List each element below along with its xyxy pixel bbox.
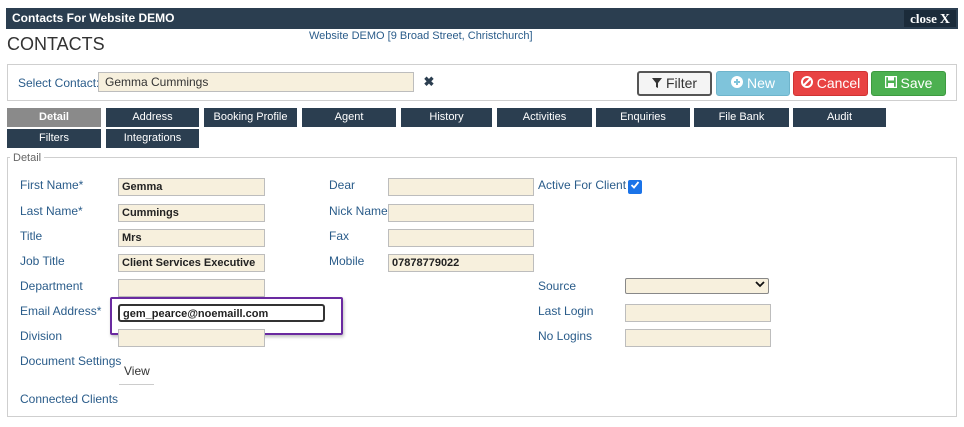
active-for-client-label: Active For Client — [538, 178, 627, 192]
tab-activities[interactable]: Activities — [497, 108, 592, 127]
source-select[interactable] — [625, 278, 769, 294]
division-field[interactable] — [118, 329, 265, 347]
last-login-field[interactable] — [625, 304, 771, 322]
clear-contact-icon[interactable]: ✖ — [420, 72, 438, 92]
tab-enquiries[interactable]: Enquiries — [596, 108, 690, 127]
tab-audit[interactable]: Audit — [793, 108, 886, 127]
last-name-label: Last Name* — [20, 204, 83, 218]
close-icon: X — [939, 12, 950, 27]
last-name-field[interactable]: Cummings — [118, 204, 265, 222]
no-logins-label: No Logins — [538, 329, 593, 343]
detail-legend: Detail — [10, 152, 45, 164]
window-titlebar: Contacts For Website DEMO close X — [6, 8, 958, 29]
dear-label: Dear — [329, 178, 356, 192]
new-button[interactable]: New — [716, 71, 790, 96]
tab-detail[interactable]: Detail — [7, 108, 101, 127]
ban-icon — [800, 73, 813, 96]
page-title: CONTACTS — [7, 34, 105, 54]
last-login-label: Last Login — [538, 304, 594, 318]
tab-integrations[interactable]: Integrations — [106, 129, 199, 148]
save-button[interactable]: Save — [871, 71, 946, 96]
close-label: close — [910, 11, 937, 26]
tab-address[interactable]: Address — [106, 108, 199, 127]
save-button-label: Save — [900, 75, 933, 91]
select-contact-input[interactable]: Gemma Cummings — [98, 72, 414, 92]
fax-field[interactable] — [388, 229, 534, 247]
active-for-client-checkbox[interactable] — [628, 180, 642, 194]
site-info: Website DEMO [9 Broad Street, Christchur… — [309, 30, 533, 42]
fax-label: Fax — [329, 229, 350, 243]
select-contact-label: Select Contact: — [18, 76, 100, 90]
department-label: Department — [20, 279, 83, 293]
no-logins-field[interactable] — [625, 329, 771, 347]
tab-agent[interactable]: Agent — [302, 108, 396, 127]
tab-booking-profile[interactable]: Booking Profile — [204, 108, 297, 127]
chevron-down-icon — [755, 279, 765, 294]
source-label: Source — [538, 279, 577, 293]
email-label: Email Address* — [20, 304, 102, 318]
plus-circle-icon — [730, 73, 743, 96]
mobile-field[interactable]: 07878779022 — [388, 254, 534, 272]
nick-name-field[interactable] — [388, 204, 534, 222]
nick-name-label: Nick Name — [329, 204, 388, 218]
document-settings-label: Document Settings — [20, 354, 122, 368]
first-name-label: First Name* — [20, 178, 84, 192]
first-name-field[interactable]: Gemma — [118, 178, 265, 196]
tab-history[interactable]: History — [401, 108, 492, 127]
department-field[interactable] — [118, 279, 265, 297]
connected-clients-label: Connected Clients — [20, 392, 119, 406]
check-icon — [630, 181, 640, 189]
filter-icon — [651, 74, 662, 95]
tab-file-bank[interactable]: File Bank — [694, 108, 789, 127]
cancel-button[interactable]: Cancel — [793, 71, 868, 96]
cancel-button-label: Cancel — [816, 75, 861, 91]
tab-filters[interactable]: Filters — [7, 129, 101, 148]
divider — [119, 384, 154, 385]
view-document-settings-link[interactable]: View — [124, 364, 150, 378]
close-button[interactable]: close X — [904, 10, 956, 27]
filter-button[interactable]: Filter — [637, 71, 712, 96]
window-title: Contacts For Website DEMO — [12, 11, 175, 25]
filter-button-label: Filter — [665, 75, 698, 91]
dear-field[interactable] — [388, 178, 534, 196]
title-field[interactable]: Mrs — [118, 229, 265, 247]
title-label: Title — [20, 229, 43, 243]
division-label: Division — [20, 329, 63, 343]
mobile-label: Mobile — [329, 254, 365, 268]
select-contact-bar: Select Contact: Gemma Cummings ✖ Filter … — [7, 64, 957, 101]
job-title-label: Job Title — [20, 254, 65, 268]
new-button-label: New — [746, 75, 775, 91]
save-icon — [884, 73, 897, 96]
job-title-field[interactable]: Client Services Executive — [118, 254, 265, 272]
